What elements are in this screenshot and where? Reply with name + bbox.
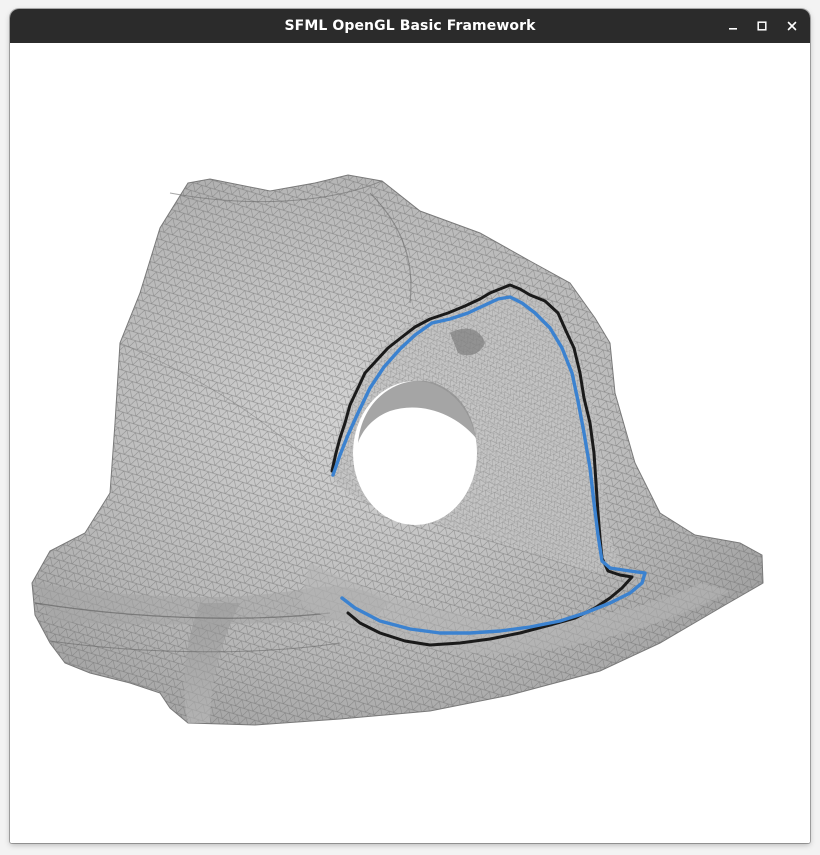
minimize-button[interactable] xyxy=(722,15,744,37)
close-icon xyxy=(786,20,798,32)
close-button[interactable] xyxy=(781,15,803,37)
app-window: SFML OpenGL Basic Framework xyxy=(10,9,810,843)
minimize-icon xyxy=(727,20,739,32)
mesh-render xyxy=(31,174,764,726)
title-bar[interactable]: SFML OpenGL Basic Framework xyxy=(10,9,810,43)
opengl-viewport[interactable] xyxy=(10,43,810,843)
mesh-body xyxy=(31,174,764,726)
window-title: SFML OpenGL Basic Framework xyxy=(284,18,536,34)
maximize-icon xyxy=(756,20,768,32)
maximize-button[interactable] xyxy=(751,15,773,37)
